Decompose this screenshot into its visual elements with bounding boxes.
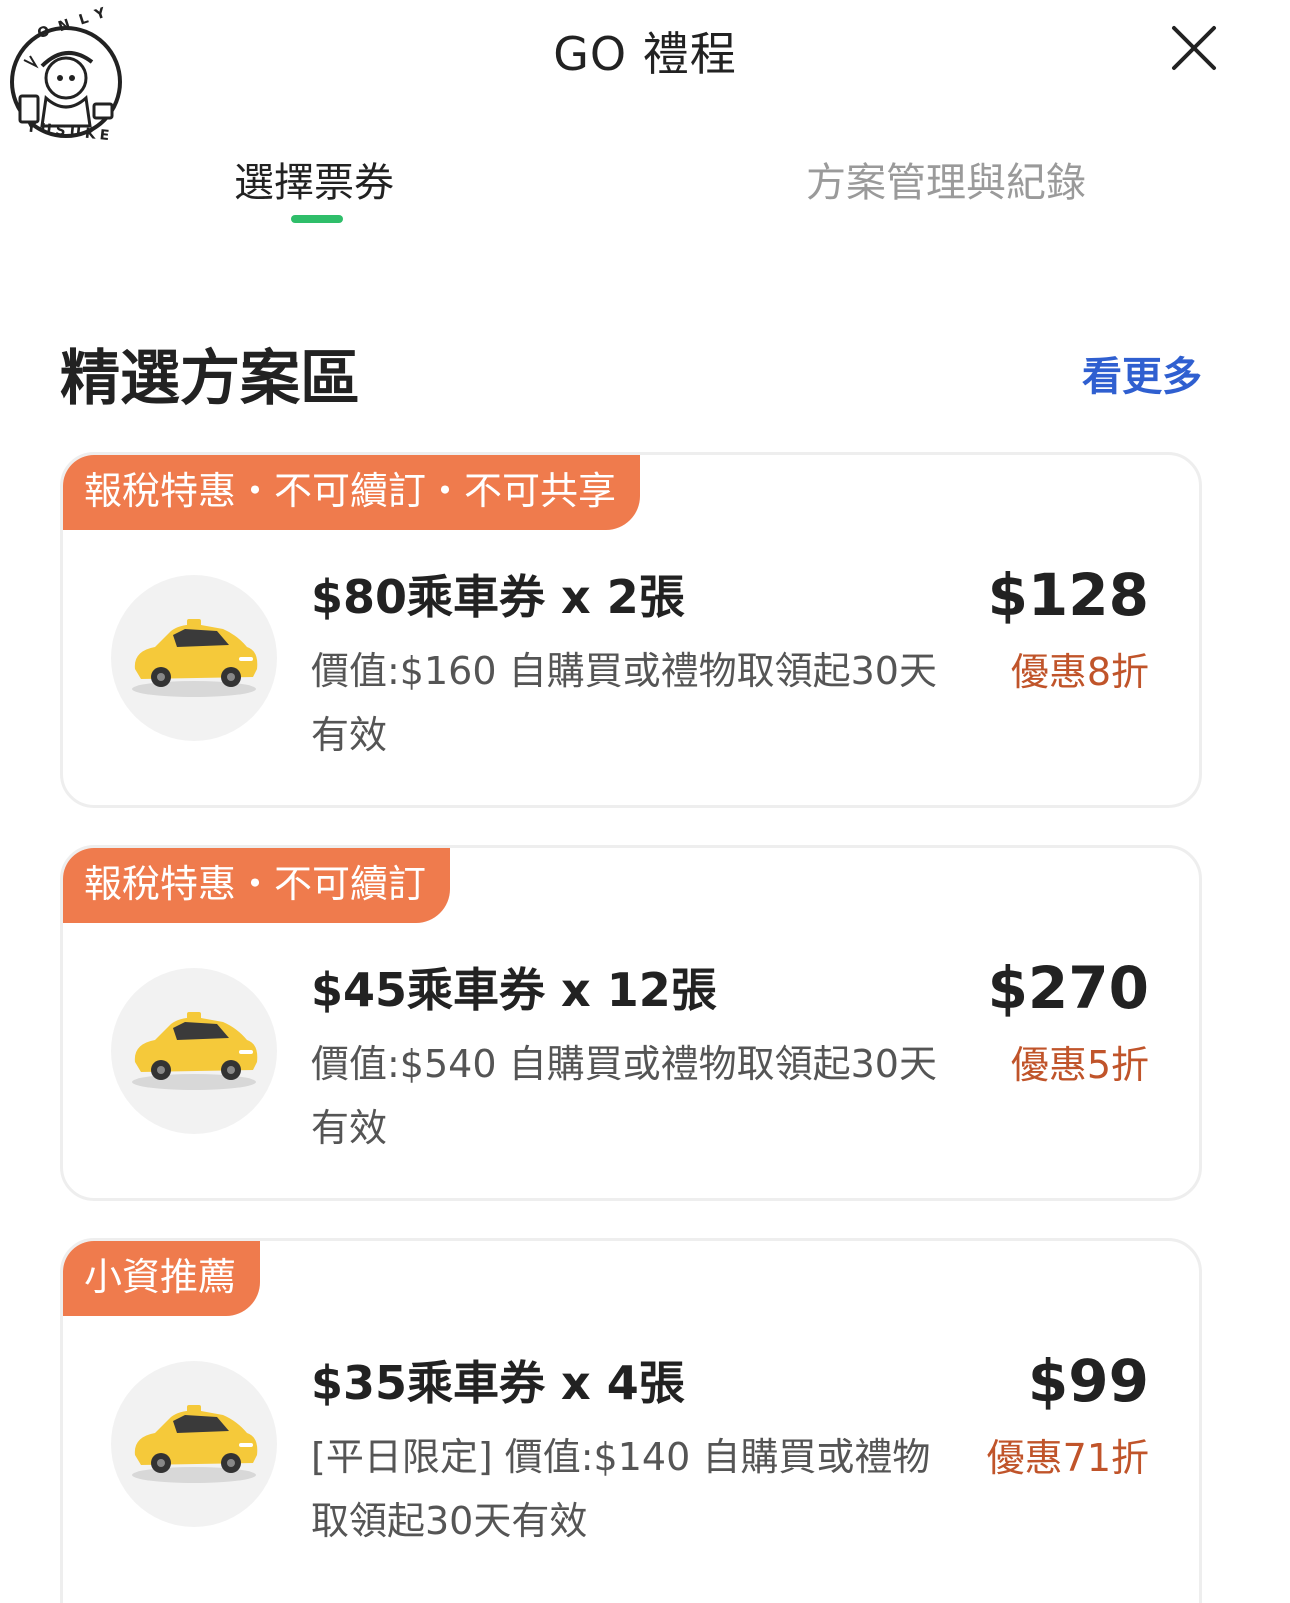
- plan-title: $35乘車券 x 4張: [311, 1356, 685, 1410]
- tab-plan-management[interactable]: 方案管理與紀錄: [806, 150, 1086, 208]
- plan-discount: 優惠71折: [986, 1436, 1149, 1480]
- plan-discount: 優惠8折: [1010, 650, 1149, 694]
- see-more-link[interactable]: 看更多: [1082, 344, 1202, 402]
- active-tab-indicator: [291, 215, 343, 223]
- plan-title: $80乘車券 x 2張: [311, 570, 685, 624]
- close-icon[interactable]: [1170, 24, 1218, 72]
- taxi-car-icon: [111, 575, 277, 741]
- tab-select-tickets[interactable]: 選擇票券: [234, 150, 394, 208]
- plan-price: $128: [987, 561, 1149, 629]
- plan-tag: 報稅特惠・不可續訂: [63, 848, 451, 923]
- plan-discount: 優惠5折: [1010, 1043, 1149, 1087]
- taxi-car-icon: [111, 1361, 277, 1527]
- page-title: GO 禮程: [553, 27, 737, 81]
- plan-card[interactable]: 小資推薦 $35乘車券 x 4張 [平日限定] 價值:$140 自購買或禮物取領…: [60, 1238, 1202, 1603]
- gift-ride-page: ONLY YUSUKE GO 禮程 選擇票券 方案管理與紀錄 精選方案區 看更多…: [0, 0, 1290, 1603]
- plan-description: 價值:$160 自購買或禮物取領起30天有效: [311, 649, 937, 757]
- plan-tag: 小資推薦: [63, 1241, 261, 1316]
- plan-price: $270: [987, 954, 1149, 1022]
- plan-title: $45乘車券 x 12張: [311, 963, 717, 1017]
- plan-description: [平日限定] 價值:$140 自購買或禮物取領起30天有效: [311, 1435, 931, 1543]
- plan-description: 價值:$540 自購買或禮物取領起30天有效: [311, 1042, 937, 1150]
- plan-card[interactable]: 報稅特惠・不可續訂・不可共享 $80乘車券 x 2張 價值:$160 自購買或禮…: [60, 452, 1202, 808]
- tab-bar: 選擇票券 方案管理與紀錄: [0, 150, 1290, 230]
- plan-card[interactable]: 報稅特惠・不可續訂 $45乘車券 x 12張 價值:$540 自購買或禮物取領起…: [60, 845, 1202, 1201]
- taxi-car-icon: [111, 968, 277, 1134]
- section-title: 精選方案區: [60, 344, 360, 414]
- plan-price: $99: [1027, 1347, 1149, 1415]
- plan-tag: 報稅特惠・不可續訂・不可共享: [63, 455, 641, 530]
